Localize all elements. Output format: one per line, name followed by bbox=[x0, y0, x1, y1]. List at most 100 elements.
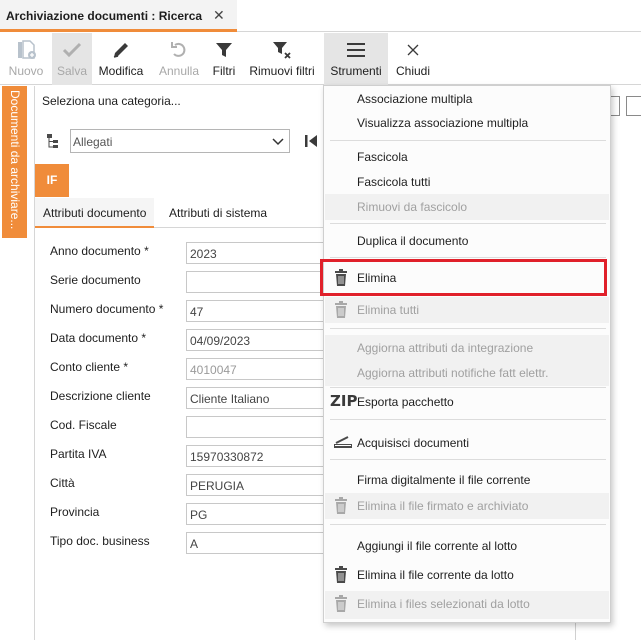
menu-item-aggiorna-attributi-integrazione[interactable]: Aggiorna attributi da integrazione bbox=[325, 335, 609, 361]
filters-button[interactable]: Filtri bbox=[208, 33, 240, 85]
scanner-icon bbox=[333, 434, 353, 453]
edit-button[interactable]: Modifica bbox=[92, 33, 150, 85]
menu-separator bbox=[330, 257, 606, 258]
category-label: Seleziona una categoria... bbox=[42, 94, 181, 108]
menu-item-aggiungi-file-lotto[interactable]: Aggiungi il file corrente al lotto bbox=[325, 533, 609, 559]
menu-item-fascicola-tutti[interactable]: Fascicola tutti bbox=[325, 169, 609, 195]
close-icon bbox=[391, 39, 435, 61]
menu-separator bbox=[330, 140, 606, 141]
tools-button[interactable]: Strumenti bbox=[324, 33, 388, 85]
trash-icon bbox=[333, 301, 349, 322]
field-label: Serie documento bbox=[50, 273, 141, 287]
field-data-documento: Data documento * 04/09/2023 bbox=[50, 329, 350, 351]
field-serie-documento: Serie documento bbox=[50, 271, 350, 293]
menu-separator bbox=[330, 387, 606, 388]
cod-fiscale-input[interactable] bbox=[186, 416, 346, 438]
field-label: Partita IVA bbox=[50, 447, 107, 461]
menu-item-label: Aggiorna attributi notifiche fatt elettr… bbox=[357, 366, 549, 380]
menu-item-elimina-tutti[interactable]: Elimina tutti bbox=[325, 297, 609, 323]
menu-item-aggiorna-attributi-notifiche[interactable]: Aggiorna attributi notifiche fatt elettr… bbox=[325, 360, 609, 386]
menu-item-label: Elimina il file firmato e archiviato bbox=[357, 499, 529, 513]
field-numero-documento: Numero documento * 47 bbox=[50, 300, 350, 322]
tab-bar: Archiviazione documenti : Ricerca ✕ bbox=[0, 0, 641, 32]
menu-item-associazione-multipla[interactable]: Associazione multipla bbox=[325, 86, 609, 112]
new-document-icon bbox=[0, 39, 52, 61]
close-button-label: Chiudi bbox=[395, 64, 431, 78]
menu-item-duplica-documento[interactable]: Duplica il documento bbox=[325, 228, 609, 254]
menu-item-label: Esporta pacchetto bbox=[357, 395, 454, 409]
menu-item-label: Elimina tutti bbox=[357, 303, 420, 317]
field-partita-iva: Partita IVA 15970330872 bbox=[50, 445, 350, 467]
menu-item-label: Rimuovi da fascicolo bbox=[357, 200, 468, 214]
panel-nav-button[interactable] bbox=[626, 96, 641, 116]
cancel-button-label: Annulla bbox=[158, 64, 200, 78]
conto-cliente-input[interactable]: 4010047 bbox=[186, 358, 346, 380]
numero-documento-input[interactable]: 47 bbox=[186, 300, 346, 322]
menu-separator bbox=[330, 524, 606, 525]
field-value: 2023 bbox=[190, 247, 217, 261]
menu-item-elimina-file-firmato[interactable]: Elimina il file firmato e archiviato bbox=[325, 493, 609, 519]
menu-item-rimuovi-da-fascicolo[interactable]: Rimuovi da fascicolo bbox=[325, 194, 609, 220]
field-value: 04/09/2023 bbox=[190, 334, 251, 348]
new-button[interactable]: Nuovo bbox=[0, 33, 52, 85]
descrizione-cliente-input[interactable]: Cliente Italiano bbox=[186, 387, 346, 409]
tools-button-label: Strumenti bbox=[330, 64, 382, 78]
field-label: Cod. Fiscale bbox=[50, 418, 117, 432]
elimina-highlight-box bbox=[320, 259, 607, 296]
field-value: Cliente Italiano bbox=[190, 392, 270, 406]
menu-item-label: Elimina i files selezionati da lotto bbox=[357, 597, 530, 611]
tab-archiviazione-ricerca[interactable]: Archiviazione documenti : Ricerca ✕ bbox=[0, 0, 237, 32]
menu-item-label: Aggiungi il file corrente al lotto bbox=[357, 539, 518, 553]
first-record-icon[interactable] bbox=[303, 133, 319, 152]
menu-item-firma-digitalmente[interactable]: Firma digitalmente il file corrente bbox=[325, 467, 609, 493]
save-button-label: Salva bbox=[56, 64, 88, 78]
cancel-button[interactable]: Annulla bbox=[152, 33, 206, 85]
data-documento-input[interactable]: 04/09/2023 bbox=[186, 329, 346, 351]
menu-item-label: Firma digitalmente il file corrente bbox=[357, 473, 531, 487]
field-value: 15970330872 bbox=[190, 450, 264, 464]
if-badge: IF bbox=[35, 164, 69, 197]
menu-item-elimina-file-lotto[interactable]: Elimina il file corrente da lotto bbox=[325, 562, 609, 588]
documents-to-archive-tab[interactable]: Documenti da archiviare... bbox=[2, 86, 27, 238]
field-cod-fiscale: Cod. Fiscale bbox=[50, 416, 350, 438]
menu-item-label: Fascicola tutti bbox=[357, 175, 431, 189]
tab-attributi-documento-label: Attributi documento bbox=[43, 206, 147, 220]
citta-input[interactable]: PERUGIA bbox=[186, 474, 346, 496]
partita-iva-input[interactable]: 15970330872 bbox=[186, 445, 346, 467]
field-label: Tipo doc. business bbox=[50, 534, 150, 548]
field-citta: Città PERUGIA bbox=[50, 474, 350, 496]
field-tipo-doc-business: Tipo doc. business A bbox=[50, 532, 350, 554]
menu-item-elimina-files-selezionati[interactable]: Elimina i files selezionati da lotto bbox=[325, 591, 609, 619]
tree-icon[interactable] bbox=[46, 133, 60, 152]
tab-title: Archiviazione documenti : Ricerca bbox=[6, 9, 203, 23]
remove-filters-button-label: Rimuovi filtri bbox=[249, 64, 315, 78]
toolbar: Nuovo Salva Modifica Annulla Filtri Rimu… bbox=[0, 33, 641, 85]
menu-item-visualizza-associazione[interactable]: Visualizza associazione multipla bbox=[325, 110, 609, 136]
tab-close-icon[interactable]: ✕ bbox=[213, 7, 225, 24]
pencil-icon bbox=[92, 39, 150, 61]
tipo-doc-business-input[interactable]: A bbox=[186, 532, 346, 554]
field-descrizione-cliente: Descrizione cliente Cliente Italiano bbox=[50, 387, 350, 409]
menu-separator bbox=[330, 223, 606, 224]
category-select[interactable]: Allegati bbox=[70, 129, 290, 153]
provincia-input[interactable]: PG bbox=[186, 503, 346, 525]
menu-separator bbox=[330, 419, 606, 420]
menu-item-label: Duplica il documento bbox=[357, 234, 469, 248]
menu-item-label: Associazione multipla bbox=[357, 92, 473, 106]
menu-item-label: Aggiorna attributi da integrazione bbox=[357, 341, 534, 355]
menu-item-fascicola[interactable]: Fascicola bbox=[325, 144, 609, 170]
close-button[interactable]: Chiudi bbox=[391, 33, 435, 85]
field-label: Data documento * bbox=[50, 331, 147, 345]
field-conto-cliente: Conto cliente * 4010047 bbox=[50, 358, 350, 380]
menu-item-acquisisci-documenti[interactable]: Acquisisci documenti bbox=[325, 430, 609, 456]
menu-item-esporta-pacchetto[interactable]: ZIP Esporta pacchetto bbox=[325, 389, 609, 415]
tab-attributi-documento[interactable]: Attributi documento bbox=[35, 198, 155, 228]
menu-item-label: Elimina il file corrente da lotto bbox=[357, 568, 514, 582]
undo-icon bbox=[152, 39, 206, 61]
menu-separator bbox=[330, 459, 606, 460]
field-label: Città bbox=[50, 476, 75, 490]
field-value: PG bbox=[190, 508, 208, 522]
tab-attributi-sistema[interactable]: Attributi di sistema bbox=[169, 206, 267, 220]
remove-filters-button[interactable]: Rimuovi filtri bbox=[244, 33, 320, 85]
save-button[interactable]: Salva bbox=[52, 33, 92, 85]
